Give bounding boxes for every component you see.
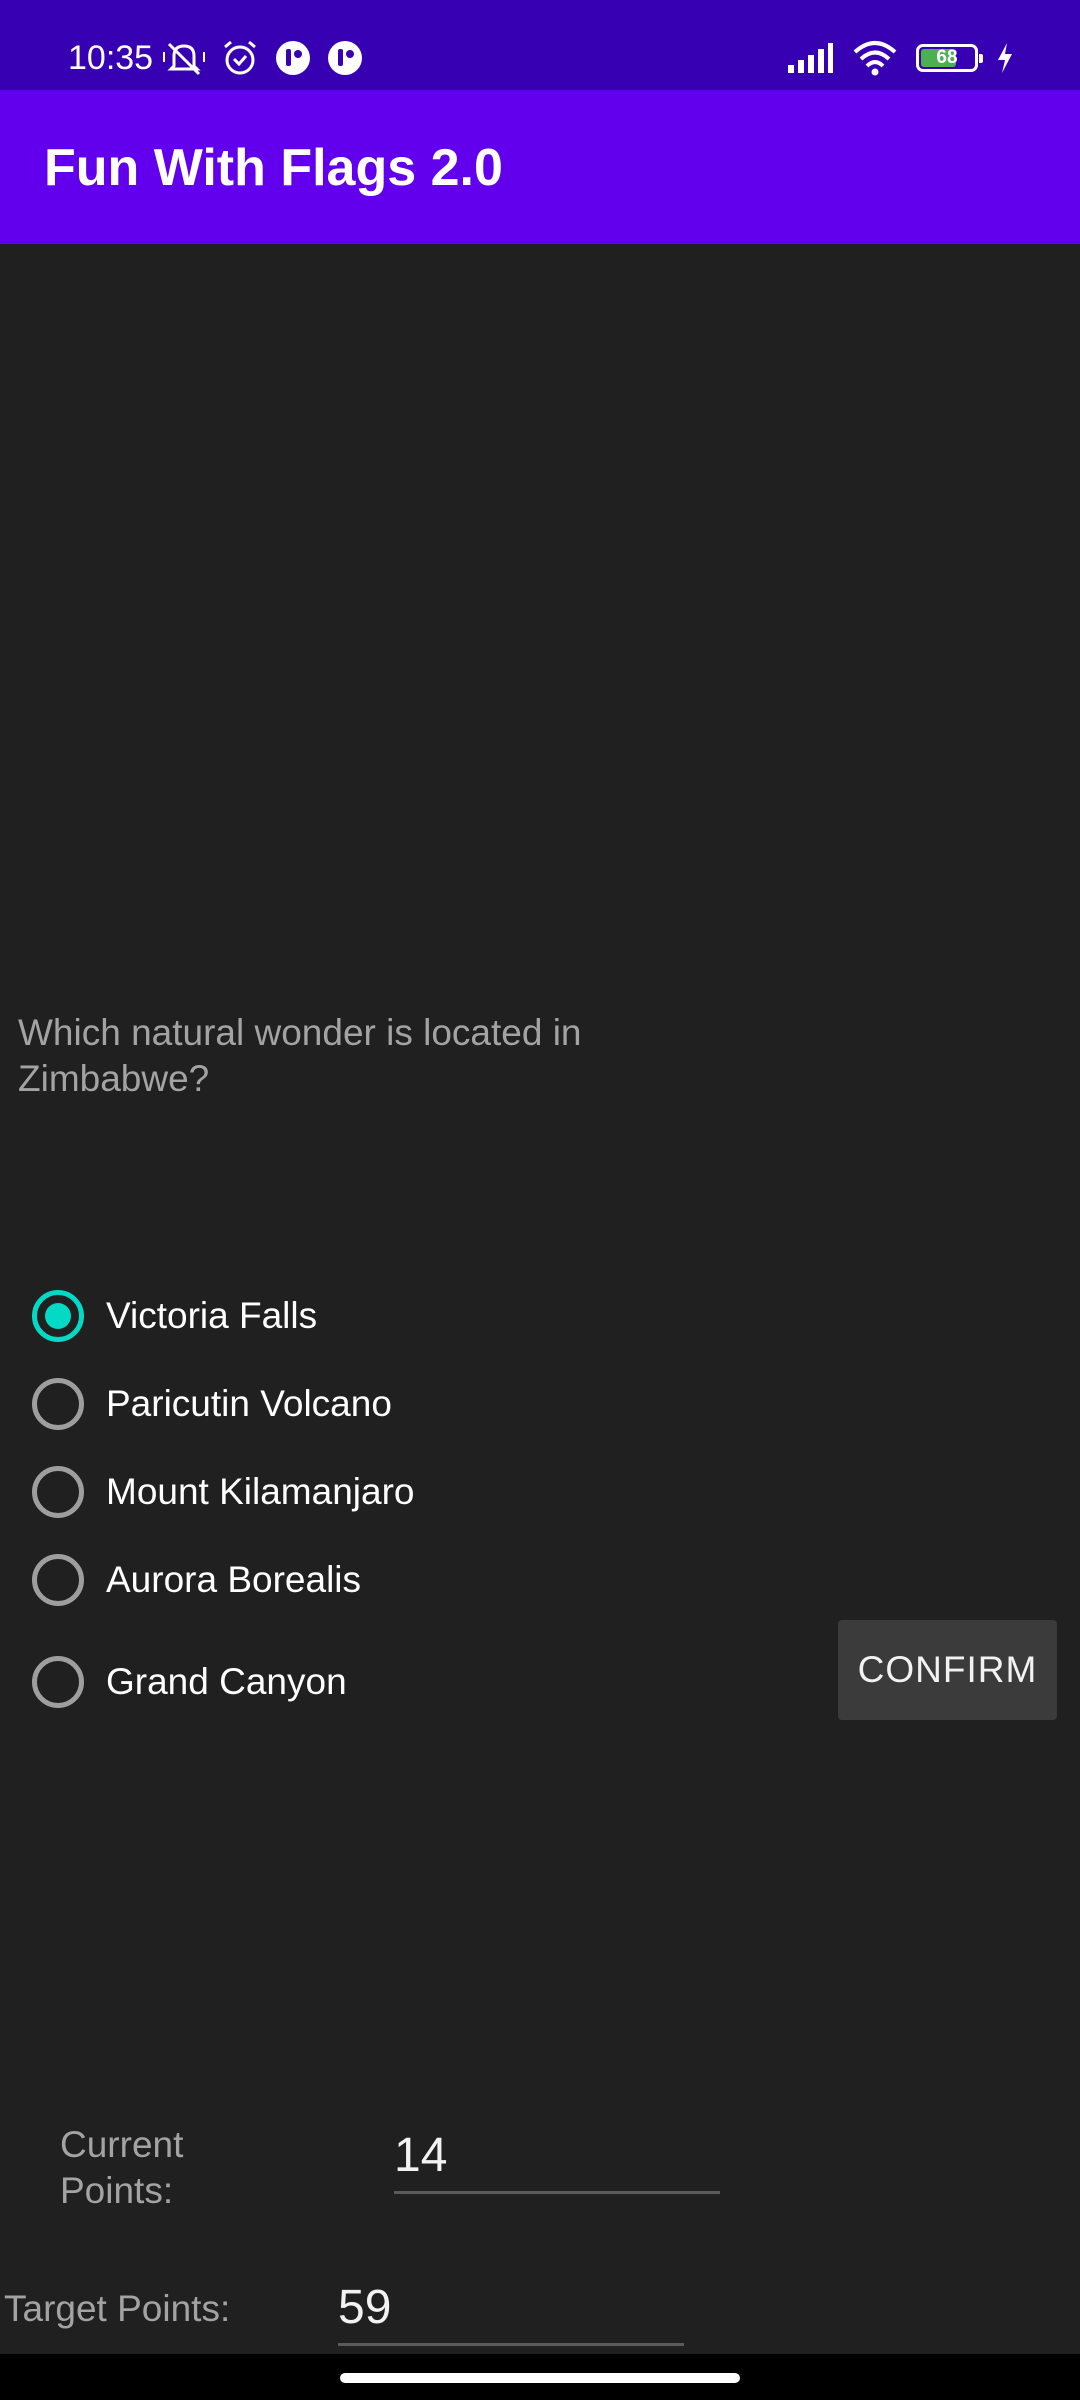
radio-button[interactable] bbox=[32, 1290, 84, 1342]
app-notification-icon bbox=[328, 41, 362, 75]
radio-button[interactable] bbox=[32, 1378, 84, 1430]
status-time: 10:35 bbox=[68, 39, 154, 77]
app-notification-icon bbox=[276, 41, 310, 75]
target-points-label: Target Points: bbox=[4, 2288, 231, 2329]
confirm-button[interactable]: CONFIRM bbox=[838, 1620, 1057, 1720]
app-title: Fun With Flags 2.0 bbox=[44, 139, 503, 197]
radio-button[interactable] bbox=[32, 1554, 84, 1606]
home-indicator[interactable] bbox=[340, 2373, 740, 2383]
navigation-bar bbox=[0, 2354, 1080, 2400]
target-points-value[interactable]: 59 bbox=[338, 2278, 684, 2346]
status-bar: 10:35 68 bbox=[0, 0, 1080, 90]
radio-button[interactable] bbox=[32, 1656, 84, 1708]
option-label: Mount Kilamanjaro bbox=[106, 1471, 415, 1512]
option-label: Victoria Falls bbox=[106, 1295, 318, 1336]
signal-icon bbox=[788, 43, 833, 73]
charging-icon bbox=[998, 43, 1012, 73]
battery-icon: 68 bbox=[916, 44, 983, 72]
alarm-icon bbox=[224, 40, 256, 75]
option-label: Aurora Borealis bbox=[106, 1559, 362, 1600]
option-aurora-borealis[interactable]: Aurora Borealis bbox=[32, 1550, 361, 1610]
status-icons-left bbox=[162, 36, 364, 80]
app-bar: Fun With Flags 2.0 bbox=[0, 90, 1080, 244]
status-icons-right: 68 bbox=[786, 36, 1014, 80]
option-label: Grand Canyon bbox=[106, 1661, 347, 1702]
radio-button[interactable] bbox=[32, 1466, 84, 1518]
option-paricutin-volcano[interactable]: Paricutin Volcano bbox=[32, 1374, 392, 1434]
option-label: Paricutin Volcano bbox=[106, 1383, 392, 1424]
current-points-value[interactable]: 14 bbox=[394, 2126, 720, 2194]
option-victoria-falls[interactable]: Victoria Falls bbox=[32, 1286, 317, 1346]
option-grand-canyon[interactable]: Grand Canyon bbox=[32, 1652, 347, 1712]
question-text: Which natural wonder is located in Zimba… bbox=[18, 1012, 582, 1099]
current-points-label: Current Points: bbox=[60, 2124, 184, 2211]
wifi-icon bbox=[853, 41, 897, 76]
option-mount-kilamanjaro[interactable]: Mount Kilamanjaro bbox=[32, 1462, 414, 1522]
battery-percentage: 68 bbox=[936, 47, 958, 68]
mute-icon bbox=[163, 42, 205, 76]
